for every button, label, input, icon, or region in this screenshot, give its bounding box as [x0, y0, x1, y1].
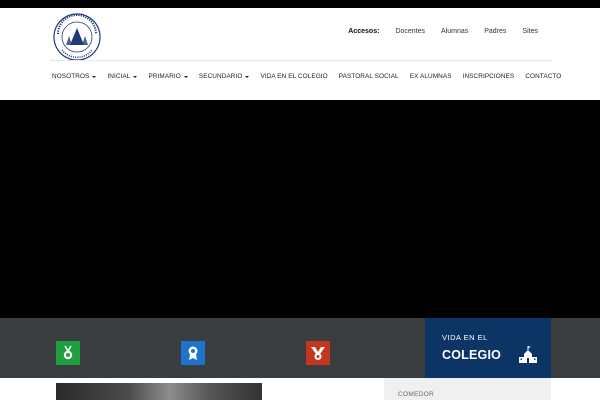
nav-label: PRIMARIO	[148, 73, 181, 80]
nav-item-inscripciones[interactable]: INSCRIPCIONES	[463, 73, 515, 80]
header-divider	[50, 60, 552, 61]
access-links: Accesos: Docentes Alumnas Padres Sites	[348, 28, 538, 35]
nav-label: EX ALUMNAS	[409, 73, 452, 80]
caret-down-icon	[245, 75, 250, 78]
link-padres[interactable]: Padres	[484, 28, 506, 35]
link-alumnas[interactable]: Alumnas	[441, 28, 468, 35]
nav-item-primario[interactable]: PRIMARIO	[148, 73, 188, 80]
award-icon[interactable]	[181, 341, 205, 365]
nav-label: SECUNDARIO	[198, 73, 243, 80]
medal-icon[interactable]	[56, 341, 80, 365]
access-label: Accesos:	[348, 28, 380, 35]
link-docentes[interactable]: Docentes	[395, 28, 425, 35]
vida-en-el-colegio-card[interactable]: VIDA EN EL COLEGIO	[425, 318, 551, 378]
school-building-icon	[519, 346, 537, 363]
nav-label: INSCRIPCIONES	[462, 73, 515, 80]
ribbon-icon[interactable]	[306, 341, 330, 365]
sidebar-menu: COMEDOR	[384, 378, 551, 400]
nav-item-vida-en-el-colegio[interactable]: VIDA EN EL COLEGIO	[260, 73, 327, 80]
vida-line2: COLEGIO	[442, 348, 502, 362]
logo-seal-icon	[53, 13, 101, 61]
hero-video[interactable]	[0, 100, 600, 318]
page: Accesos: Docentes Alumnas Padres Sites N…	[0, 0, 600, 400]
link-sites[interactable]: Sites	[522, 28, 538, 35]
caret-down-icon	[92, 75, 97, 78]
nav-label: INICIAL	[107, 73, 131, 80]
vida-line1: VIDA EN EL	[442, 333, 488, 342]
nav-item-secundario[interactable]: SECUNDARIO	[199, 73, 250, 80]
caret-down-icon	[183, 75, 188, 78]
site-header: Accesos: Docentes Alumnas Padres Sites N…	[0, 8, 600, 100]
nav-item-inicial[interactable]: INICIAL	[107, 73, 138, 80]
caret-down-icon	[133, 75, 138, 78]
main-nav: NOSOTROS INICIAL PRIMARIO SECUNDARIO VID…	[52, 73, 561, 80]
news-photo[interactable]	[56, 383, 262, 400]
nav-label: PASTORAL SOCIAL	[338, 73, 399, 80]
nav-label: CONTACTO	[525, 73, 562, 80]
sidebar-item-comedor[interactable]: COMEDOR	[398, 391, 434, 398]
nav-item-contacto[interactable]: CONTACTO	[525, 73, 561, 80]
nav-label: VIDA EN EL COLEGIO	[260, 73, 328, 80]
school-logo[interactable]	[52, 12, 102, 62]
nav-item-ex-alumnas[interactable]: EX ALUMNAS	[410, 73, 452, 80]
nav-item-pastoral-social[interactable]: PASTORAL SOCIAL	[339, 73, 399, 80]
nav-label: NOSOTROS	[52, 73, 90, 80]
nav-item-nosotros[interactable]: NOSOTROS	[52, 73, 97, 80]
